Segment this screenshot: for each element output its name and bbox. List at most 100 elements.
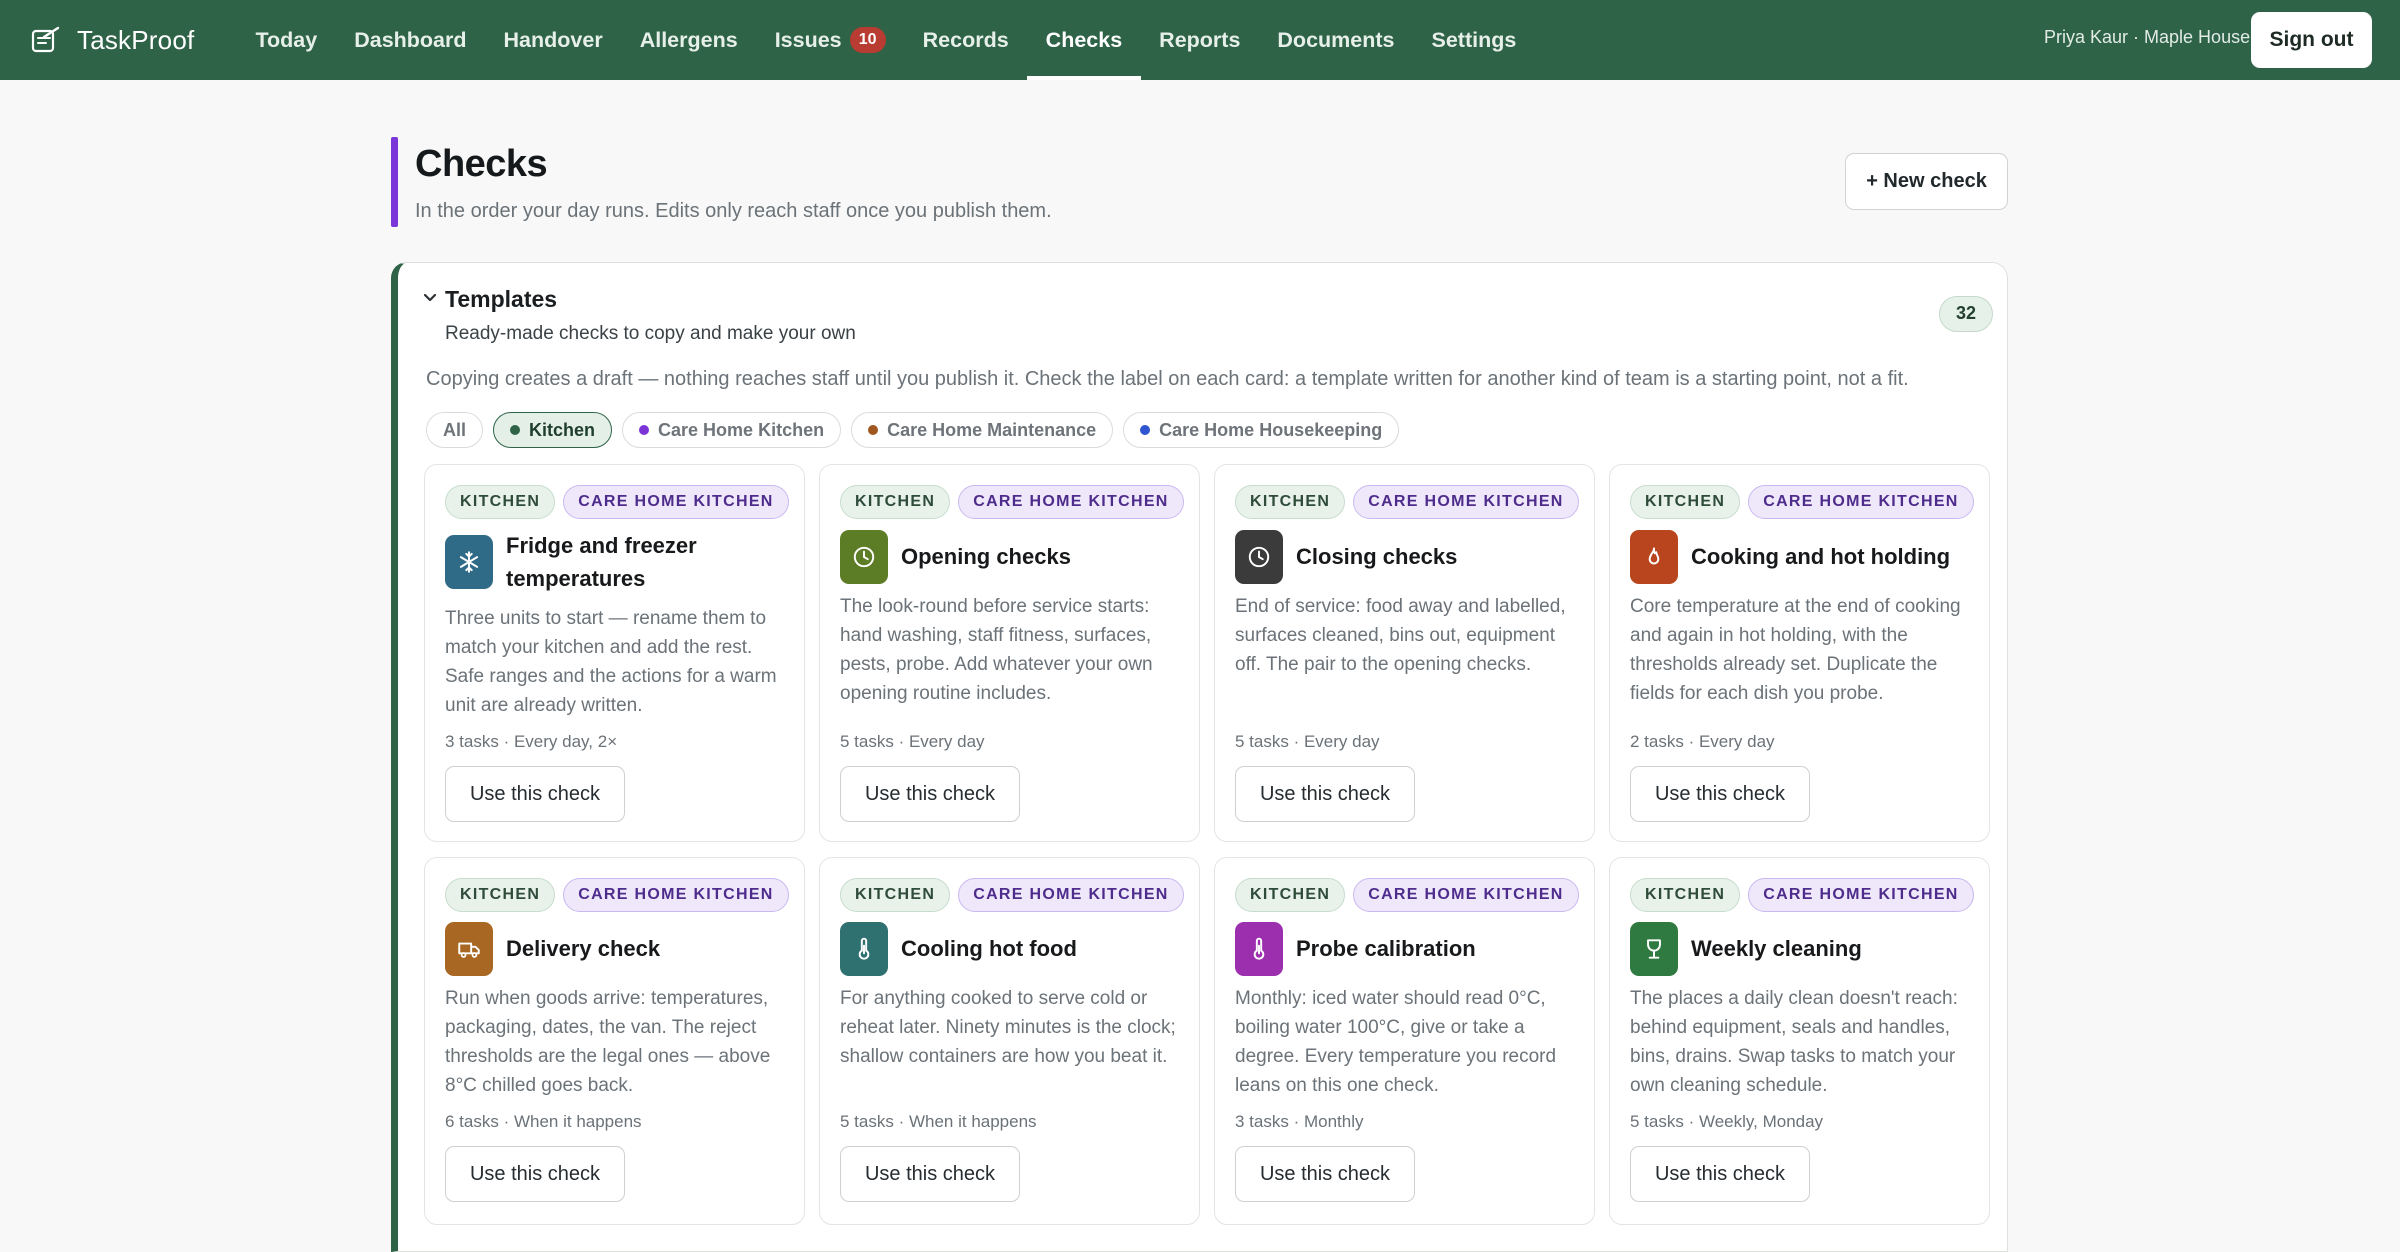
card-description: Monthly: iced water should read 0°C, boi…: [1235, 988, 1557, 1096]
tag-kitchen: KITCHEN: [840, 878, 951, 912]
card-title: Weekly cleaning: [1691, 936, 1862, 961]
filter-chip-label: Care Home Housekeeping: [1159, 419, 1383, 440]
filter-chip-label: All: [443, 419, 467, 440]
card-icon-tile: [1630, 922, 1678, 976]
card-title: Probe calibration: [1296, 936, 1476, 961]
filter-dot-icon: [1140, 425, 1151, 435]
card-tags: KITCHEN CARE HOME KITCHEN: [445, 878, 797, 912]
nav-item-label: Issues: [774, 27, 842, 52]
nav-item-checks[interactable]: Checks: [1027, 0, 1141, 80]
template-card-delivery-check: KITCHEN CARE HOME KITCHEN Delivery check…: [424, 857, 805, 1225]
tag-kitchen: KITCHEN: [445, 878, 556, 912]
card-tags: KITCHEN CARE HOME KITCHEN: [1235, 878, 1587, 912]
nav-item-label: Records: [922, 27, 1009, 52]
tag-care-home-kitchen: CARE HOME KITCHEN: [563, 485, 789, 519]
filter-chip-label: Care Home Kitchen: [658, 419, 825, 440]
use-this-check-button[interactable]: Use this check: [1630, 1146, 1810, 1202]
card-tags: KITCHEN CARE HOME KITCHEN: [1630, 878, 1982, 912]
nav-item-handover[interactable]: Handover: [485, 0, 621, 80]
card-icon-tile: [1630, 530, 1678, 584]
use-this-check-button[interactable]: Use this check: [1630, 766, 1810, 822]
logo-icon: [31, 26, 60, 53]
filter-chip-kitchen[interactable]: Kitchen: [493, 412, 613, 448]
use-this-check-button[interactable]: Use this check: [840, 1146, 1020, 1202]
card-title: Fridge and freezer temperatures: [506, 533, 697, 591]
templates-subtitle: Ready-made checks to copy and make your …: [445, 323, 856, 344]
nav-item-label: Settings: [1431, 27, 1517, 52]
use-this-check-button[interactable]: Use this check: [445, 766, 625, 822]
filter-dot-icon: [868, 425, 879, 435]
use-this-check-button[interactable]: Use this check: [840, 766, 1020, 822]
tag-care-home-kitchen: CARE HOME KITCHEN: [958, 485, 1184, 519]
clock-icon: [853, 546, 875, 568]
nav-item-dashboard[interactable]: Dashboard: [336, 0, 485, 80]
nav-item-documents[interactable]: Documents: [1259, 0, 1413, 80]
nav-item-label: Reports: [1159, 27, 1241, 52]
card-tags: KITCHEN CARE HOME KITCHEN: [1235, 485, 1587, 519]
app-name: TaskProof: [77, 24, 195, 55]
use-this-check-button[interactable]: Use this check: [445, 1146, 625, 1202]
snowflake-icon: [459, 551, 479, 573]
template-card-cooling-hot-food: KITCHEN CARE HOME KITCHEN Cooling hot fo…: [819, 857, 1200, 1225]
templates-panel: Templates Ready-made checks to copy and …: [391, 262, 2008, 1252]
flame-icon: [1648, 547, 1660, 565]
truck-icon: [458, 942, 480, 958]
template-card-weekly-cleaning: KITCHEN CARE HOME KITCHEN Weekly cleanin…: [1609, 857, 1990, 1225]
issues-count-badge: 10: [849, 27, 886, 53]
filter-chip-care-home-maintenance[interactable]: Care Home Maintenance: [851, 412, 1114, 448]
tag-care-home-kitchen: CARE HOME KITCHEN: [563, 878, 789, 912]
card-meta: 3 tasks · Monthly: [1235, 1112, 1364, 1131]
template-card-probe-calibration: KITCHEN CARE HOME KITCHEN Probe calibrat…: [1214, 857, 1595, 1225]
brand[interactable]: TaskProof: [30, 25, 220, 56]
cup-icon: [1647, 939, 1661, 959]
chevron-down-icon[interactable]: [420, 287, 440, 307]
card-icon-tile: [1235, 530, 1283, 584]
nav-item-issues[interactable]: Issues 10: [756, 0, 904, 80]
nav-item-settings[interactable]: Settings: [1413, 0, 1535, 80]
template-card-opening-checks: KITCHEN CARE HOME KITCHEN Opening checks…: [819, 464, 1200, 842]
filter-dot-icon: [639, 425, 650, 435]
filter-dot-icon: [510, 425, 521, 435]
tag-kitchen: KITCHEN: [840, 485, 951, 519]
card-icon-tile: [1235, 922, 1283, 976]
card-meta: 5 tasks · Weekly, Monday: [1630, 1112, 1824, 1131]
nav-item-label: Today: [255, 27, 318, 52]
card-description: The places a daily clean doesn't reach: …: [1630, 988, 1958, 1096]
nav-item-reports[interactable]: Reports: [1141, 0, 1259, 80]
tag-kitchen: KITCHEN: [1630, 485, 1741, 519]
card-icon-tile: [445, 922, 493, 976]
thermometer-icon: [1253, 937, 1265, 960]
card-title: Cooking and hot holding: [1691, 544, 1951, 569]
filter-chip-care-home-housekeeping[interactable]: Care Home Housekeeping: [1123, 412, 1400, 448]
card-tags: KITCHEN CARE HOME KITCHEN: [840, 878, 1192, 912]
use-this-check-button[interactable]: Use this check: [1235, 766, 1415, 822]
page-subtitle: In the order your day runs. Edits only r…: [415, 200, 1052, 222]
card-meta: 5 tasks · Every day: [840, 732, 985, 751]
tag-kitchen: KITCHEN: [1630, 878, 1741, 912]
templates-title[interactable]: Templates: [445, 286, 557, 313]
use-this-check-button[interactable]: Use this check: [1235, 1146, 1415, 1202]
card-meta: 5 tasks · Every day: [1235, 732, 1380, 751]
templates-note: Copying creates a draft — nothing reache…: [426, 368, 1909, 390]
nav-item-allergens[interactable]: Allergens: [621, 0, 756, 80]
nav-item-records[interactable]: Records: [904, 0, 1027, 80]
card-icon-tile: [840, 922, 888, 976]
clock-icon: [1248, 546, 1270, 568]
sign-out-button[interactable]: Sign out: [2251, 12, 2372, 68]
tag-care-home-kitchen: CARE HOME KITCHEN: [958, 878, 1184, 912]
tag-care-home-kitchen: CARE HOME KITCHEN: [1353, 485, 1579, 519]
page-title-accent: [391, 137, 398, 227]
tag-kitchen: KITCHEN: [445, 485, 556, 519]
nav-item-today[interactable]: Today: [237, 0, 336, 80]
new-check-button[interactable]: + New check: [1845, 153, 2008, 210]
templates-count-badge: 32: [1939, 296, 1993, 332]
template-card-cooking-hot-holding: KITCHEN CARE HOME KITCHEN Cooking and ho…: [1609, 464, 1990, 842]
card-description: End of service: food away and labelled, …: [1235, 596, 1566, 675]
card-meta: 5 tasks · When it happens: [840, 1112, 1037, 1131]
filter-chip-all[interactable]: All: [426, 412, 484, 448]
card-icon-tile: [840, 530, 888, 584]
nav-item-label: Documents: [1277, 27, 1395, 52]
tag-kitchen: KITCHEN: [1235, 878, 1346, 912]
filter-chip-care-home-kitchen[interactable]: Care Home Kitchen: [622, 412, 842, 448]
card-icon-tile: [445, 535, 493, 589]
